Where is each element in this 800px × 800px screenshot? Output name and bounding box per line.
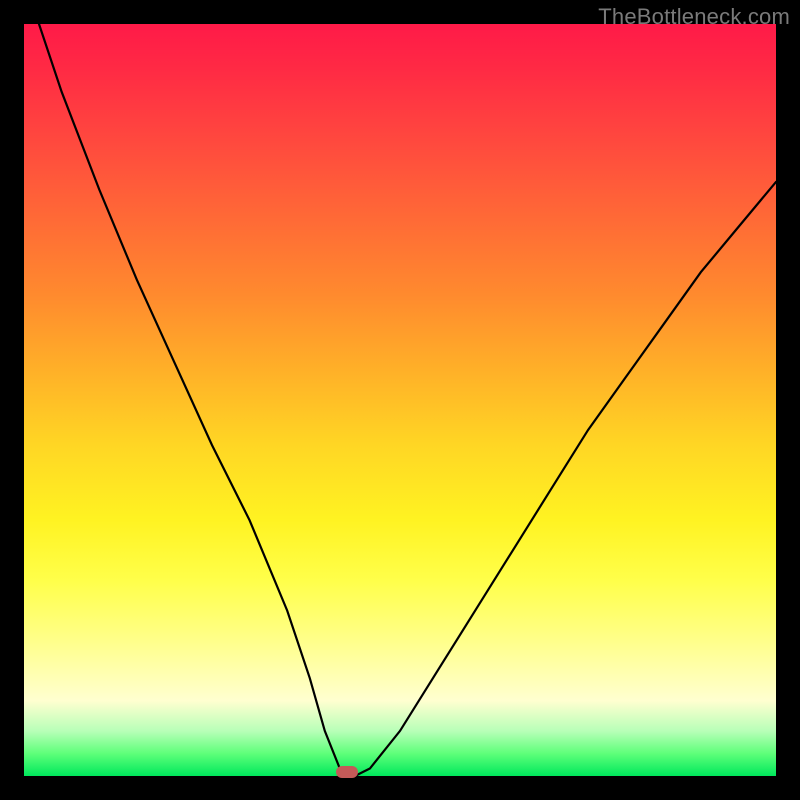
optimal-marker xyxy=(336,766,358,778)
watermark-text: TheBottleneck.com xyxy=(598,4,790,30)
chart-frame: TheBottleneck.com xyxy=(0,0,800,800)
curve-svg xyxy=(24,24,776,776)
bottleneck-curve xyxy=(39,24,776,776)
plot-area xyxy=(24,24,776,776)
